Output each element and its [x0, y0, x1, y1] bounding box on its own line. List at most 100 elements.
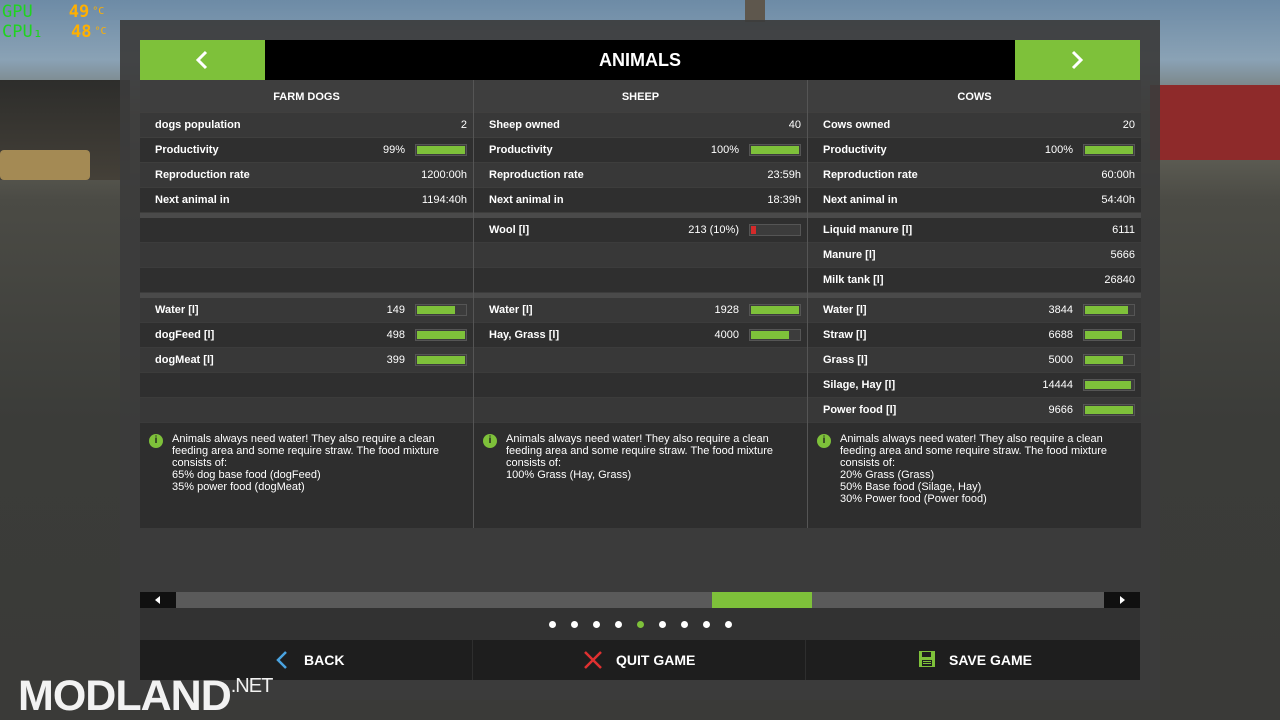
gpu-unit: °C	[92, 6, 105, 17]
save-game-button[interactable]: SAVE GAME	[806, 640, 1139, 680]
stat-label: dogFeed [l]	[155, 329, 215, 341]
level-bar-fill	[1085, 146, 1133, 154]
stat-row: Next animal in 1194:40h	[140, 188, 473, 212]
info-icon: i	[149, 434, 163, 448]
animal-column-farm-dogs: FARM DOGS dogs population 2 Productivity 99%…	[140, 80, 474, 528]
food-mixture-line: 50% Base food (Silage, Hay)	[840, 481, 982, 493]
quit-game-button[interactable]: QUIT GAME	[473, 640, 806, 680]
stat-label: Straw [l]	[823, 329, 867, 341]
save-game-label: SAVE GAME	[949, 652, 1032, 668]
horizontal-scrollbar[interactable]	[140, 592, 1140, 608]
stat-row: Water [l] 1928	[474, 298, 807, 322]
page-title: ANIMALS	[599, 50, 681, 70]
stat-label: Power food [l]	[823, 404, 897, 416]
stat-row: Power food [l] 9666	[808, 398, 1141, 422]
previous-page-button[interactable]	[140, 40, 265, 80]
level-bar	[415, 304, 467, 316]
stat-row: Productivity 100%	[808, 138, 1141, 162]
stat-value: 4000	[714, 329, 739, 341]
page-indicator	[140, 608, 1140, 640]
stat-row: Straw [l] 6688	[808, 323, 1141, 347]
level-bar	[415, 354, 467, 366]
stat-row: Sheep owned 40	[474, 113, 807, 137]
stat-label: Productivity	[489, 144, 553, 156]
food-mixture-line: 65% dog base food (dogFeed)	[172, 469, 321, 481]
level-bar-fill	[1085, 306, 1128, 314]
stat-value: 2	[460, 119, 467, 131]
stat-label: Hay, Grass [l]	[489, 329, 560, 341]
stat-value: 213 (10%)	[688, 224, 739, 236]
stat-value: 14444	[1042, 379, 1073, 391]
page-dot[interactable]	[725, 621, 732, 628]
stat-label: Sheep owned	[489, 119, 560, 131]
stat-value: 399	[386, 354, 405, 366]
stat-value: 9666	[1048, 404, 1073, 416]
background-hay	[0, 150, 90, 180]
stat-value: 5000	[1048, 354, 1073, 366]
watermark-main: MODLAND	[18, 672, 232, 720]
level-bar-fill	[751, 146, 799, 154]
stat-label: Next animal in	[155, 194, 230, 206]
page-dot[interactable]	[637, 621, 644, 628]
stat-row: Productivity 100%	[474, 138, 807, 162]
background-tower	[745, 0, 765, 22]
gpu-label: GPU	[2, 2, 33, 22]
level-bar	[1083, 329, 1135, 341]
stat-value: 20	[1122, 119, 1135, 131]
stat-value: 99%	[382, 144, 405, 156]
stat-value: 23:59h	[767, 169, 801, 181]
stat-label: Reproduction rate	[823, 169, 918, 181]
food-mixture-line: 100% Grass (Hay, Grass)	[506, 469, 632, 481]
scroll-left-button[interactable]	[140, 592, 176, 608]
scrollbar-thumb[interactable]	[712, 592, 812, 608]
next-page-button[interactable]	[1015, 40, 1140, 80]
level-bar-fill	[417, 306, 455, 314]
cpu-value: 48	[70, 22, 92, 42]
triangle-right-icon	[1120, 596, 1125, 604]
stat-value: 1928	[714, 304, 739, 316]
stat-label: Water [l]	[155, 304, 199, 316]
info-box: i Animals always need water! They also re…	[140, 423, 473, 528]
level-bar-fill	[417, 356, 465, 364]
stat-label: Grass [l]	[823, 354, 868, 366]
page-dot[interactable]	[681, 621, 688, 628]
level-bar-fill	[1085, 406, 1133, 414]
page-dot[interactable]	[549, 621, 556, 628]
page-dot[interactable]	[615, 621, 622, 628]
stat-label: Water [l]	[489, 304, 533, 316]
stat-row: Reproduction rate 23:59h	[474, 163, 807, 187]
stat-row: Liquid manure [l] 6111	[808, 218, 1141, 242]
level-bar	[749, 304, 801, 316]
triangle-left-icon	[155, 596, 160, 604]
scroll-right-button[interactable]	[1104, 592, 1140, 608]
empty-row	[140, 243, 473, 267]
info-description: Animals always need water! They also req…	[172, 433, 440, 469]
stat-value: 1194:40h	[421, 194, 467, 206]
page-dot[interactable]	[593, 621, 600, 628]
stat-row: Reproduction rate 1200:00h	[140, 163, 473, 187]
stat-label: Next animal in	[489, 194, 564, 206]
empty-row	[474, 398, 807, 422]
stat-row: dogMeat [l] 399	[140, 348, 473, 372]
stat-label: Water [l]	[823, 304, 867, 316]
chevron-right-icon	[1071, 50, 1084, 70]
page-dot[interactable]	[571, 621, 578, 628]
info-icon: i	[817, 434, 831, 448]
quit-game-label: QUIT GAME	[616, 652, 696, 668]
page-dot[interactable]	[703, 621, 710, 628]
watermark-suffix: .NET	[230, 675, 274, 697]
page-dot[interactable]	[659, 621, 666, 628]
back-label: BACK	[304, 652, 345, 668]
page-header: ANIMALS	[140, 40, 1140, 80]
animal-column-sheep: SHEEP Sheep owned 40 Productivity 100% Reprod…	[474, 80, 808, 528]
stat-label: Wool [l]	[489, 224, 530, 236]
stat-row: Silage, Hay [l] 14444	[808, 373, 1141, 397]
stat-value: 6111	[1112, 224, 1135, 236]
food-mixture-list: 100% Grass (Hay, Grass)	[506, 469, 798, 481]
level-bar-fill	[1085, 331, 1122, 339]
level-bar	[749, 144, 801, 156]
animal-column-cows: COWS Cows owned 20 Productivity 100% Reproduc…	[808, 80, 1141, 528]
info-text: Animals always need water! They also req…	[172, 433, 464, 493]
info-description: Animals always need water! They also req…	[506, 433, 774, 469]
level-bar	[1083, 379, 1135, 391]
